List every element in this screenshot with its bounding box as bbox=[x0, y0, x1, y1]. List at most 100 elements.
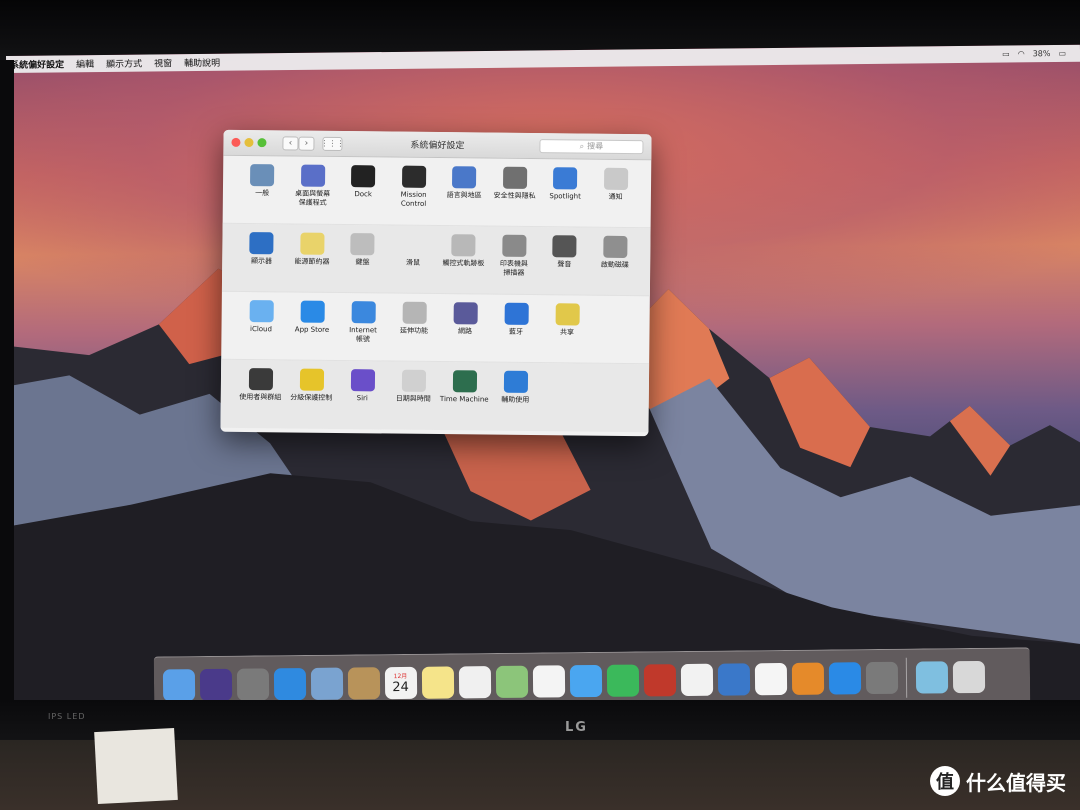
pane-label: Dock bbox=[354, 190, 372, 199]
general-icon bbox=[250, 164, 275, 187]
pane-label: 滑鼠 bbox=[405, 258, 421, 267]
spotlight-icon bbox=[553, 167, 578, 190]
messages-icon[interactable] bbox=[569, 664, 602, 697]
finder-icon[interactable] bbox=[162, 668, 195, 701]
pane-label: Internet 帳號 bbox=[349, 326, 377, 344]
reminders-icon[interactable] bbox=[458, 665, 491, 698]
ibooks-icon[interactable] bbox=[791, 662, 824, 695]
pane-item[interactable]: 滑鼠 bbox=[387, 233, 438, 293]
contacts-icon[interactable] bbox=[347, 666, 380, 700]
pane-label: 共享 bbox=[559, 328, 575, 337]
pane-item[interactable]: 通知 bbox=[590, 167, 641, 228]
search-field[interactable]: ⌕ 搜尋 bbox=[539, 138, 644, 154]
pane-item[interactable]: Internet 帳號 bbox=[337, 301, 389, 361]
sound-icon bbox=[552, 235, 577, 258]
monitor-bezel-left bbox=[0, 60, 14, 720]
pane-item[interactable]: 網路 bbox=[439, 302, 491, 362]
calendar-icon[interactable]: 12月 24 bbox=[384, 666, 417, 699]
app-store-icon[interactable] bbox=[828, 661, 861, 695]
trash-icon[interactable] bbox=[952, 660, 985, 693]
photos-icon[interactable] bbox=[532, 664, 565, 698]
pane-item[interactable]: 聲音 bbox=[539, 235, 590, 295]
icloud-icon bbox=[249, 300, 274, 323]
mail-icon[interactable] bbox=[310, 667, 343, 700]
menu-window[interactable]: 視窗 bbox=[154, 56, 172, 69]
wifi-icon[interactable]: ◠ bbox=[1018, 49, 1025, 58]
pane-item[interactable]: 顯示器 bbox=[236, 232, 287, 292]
pane-item[interactable]: Dock bbox=[338, 165, 389, 225]
calendar-month: 12月 bbox=[393, 672, 408, 680]
photo-booth-icon[interactable] bbox=[643, 663, 676, 696]
pane-item[interactable]: Spotlight bbox=[540, 167, 591, 227]
pane-item[interactable]: iCloud bbox=[235, 300, 287, 360]
lg-logo: LG bbox=[565, 720, 588, 735]
pane-label: iCloud bbox=[249, 325, 273, 334]
numbers-icon[interactable] bbox=[680, 663, 713, 696]
menu-app-name[interactable]: 系統偏好設定 bbox=[10, 57, 64, 71]
pane-item[interactable]: 輔助使用 bbox=[489, 370, 541, 432]
facetime-icon[interactable] bbox=[606, 664, 639, 697]
back-button[interactable]: ‹ bbox=[282, 135, 299, 151]
zoom-button[interactable] bbox=[257, 138, 267, 148]
pane-item[interactable]: 一般 bbox=[237, 164, 288, 224]
system-preferences-window: ‹ › ⋮⋮⋮ 系統偏好設定 ⌕ 搜尋 一般 桌面與螢幕 保護程式 Dock Miss… bbox=[220, 129, 652, 437]
pane-item[interactable]: 共享 bbox=[541, 303, 593, 363]
airplay-icon[interactable]: ▭ bbox=[1002, 49, 1010, 58]
pane-item[interactable]: 分級保護控制 bbox=[285, 368, 337, 429]
maps-icon[interactable] bbox=[495, 665, 528, 698]
pane-item[interactable]: Time Machine bbox=[438, 370, 490, 431]
pane-item[interactable]: 桌面與螢幕 保護程式 bbox=[287, 164, 338, 224]
minimize-button[interactable] bbox=[244, 137, 254, 148]
system-preferences-icon[interactable] bbox=[865, 661, 898, 694]
pane-item[interactable]: 延伸功能 bbox=[388, 301, 440, 362]
pane-label: 聲音 bbox=[557, 260, 572, 269]
menu-edit[interactable]: 編輯 bbox=[76, 57, 94, 70]
forward-button[interactable]: › bbox=[298, 136, 315, 151]
launchpad-icon[interactable] bbox=[236, 667, 269, 701]
downloads-folder-icon[interactable] bbox=[915, 660, 948, 694]
battery-icon[interactable]: ▭ bbox=[1058, 49, 1066, 58]
siri-icon bbox=[350, 369, 375, 392]
pane-label: 鍵盤 bbox=[355, 258, 370, 267]
pane-item[interactable]: App Store bbox=[286, 300, 338, 360]
energy-icon bbox=[300, 232, 325, 255]
safari-icon[interactable] bbox=[273, 667, 306, 700]
watermark: 值 什么值得买 bbox=[930, 766, 1066, 796]
pane-item[interactable]: 觸控式軌跡板 bbox=[438, 234, 489, 294]
pane-item[interactable]: 能源節約器 bbox=[286, 232, 337, 292]
pane-label: Spotlight bbox=[549, 192, 581, 201]
security-icon bbox=[502, 166, 527, 189]
pane-label: 分級保護控制 bbox=[290, 393, 333, 402]
menu-view[interactable]: 顯示方式 bbox=[106, 57, 142, 70]
pane-label: 語言與地區 bbox=[446, 191, 482, 200]
pane-label: 通知 bbox=[608, 192, 623, 201]
display-icon bbox=[249, 232, 274, 255]
pane-item[interactable]: 使用者與群組 bbox=[234, 368, 286, 429]
siri-icon[interactable] bbox=[199, 668, 232, 701]
pane-label: 觸控式軌跡板 bbox=[442, 259, 485, 268]
pane-item[interactable]: 印表機與 掃描器 bbox=[488, 234, 539, 295]
menu-help[interactable]: 輔助說明 bbox=[184, 56, 220, 69]
pane-item[interactable]: 安全性與隱私 bbox=[489, 166, 540, 227]
keynote-icon[interactable] bbox=[717, 662, 750, 696]
pane-item[interactable]: 語言與地區 bbox=[439, 166, 490, 226]
show-all-button[interactable]: ⋮⋮⋮ bbox=[320, 136, 345, 151]
parental-controls-icon bbox=[299, 368, 324, 391]
startup-disk-icon bbox=[603, 235, 628, 258]
pane-label: 顯示器 bbox=[250, 257, 273, 266]
internet-accounts-icon bbox=[351, 301, 376, 324]
pane-item[interactable]: 藍牙 bbox=[490, 302, 542, 363]
pane-item[interactable]: 日期與時間 bbox=[387, 369, 439, 431]
battery-percent[interactable]: 38% bbox=[1033, 49, 1051, 58]
mouse-icon bbox=[401, 233, 426, 256]
pane-item[interactable]: Mission Control bbox=[388, 165, 439, 225]
pane-label: 使用者與群組 bbox=[239, 392, 282, 402]
pane-item[interactable]: 啟動磁碟 bbox=[589, 235, 640, 296]
itunes-icon[interactable] bbox=[754, 662, 787, 695]
close-button[interactable] bbox=[231, 137, 241, 147]
pane-row: 使用者與群組 分級保護控制 Siri 日期與時間 Time Machine 輔助使用 bbox=[220, 359, 650, 433]
language-icon bbox=[452, 166, 477, 189]
pane-item[interactable]: Siri bbox=[336, 369, 388, 430]
pane-item[interactable]: 鍵盤 bbox=[337, 233, 388, 293]
notes-icon[interactable] bbox=[421, 665, 454, 699]
